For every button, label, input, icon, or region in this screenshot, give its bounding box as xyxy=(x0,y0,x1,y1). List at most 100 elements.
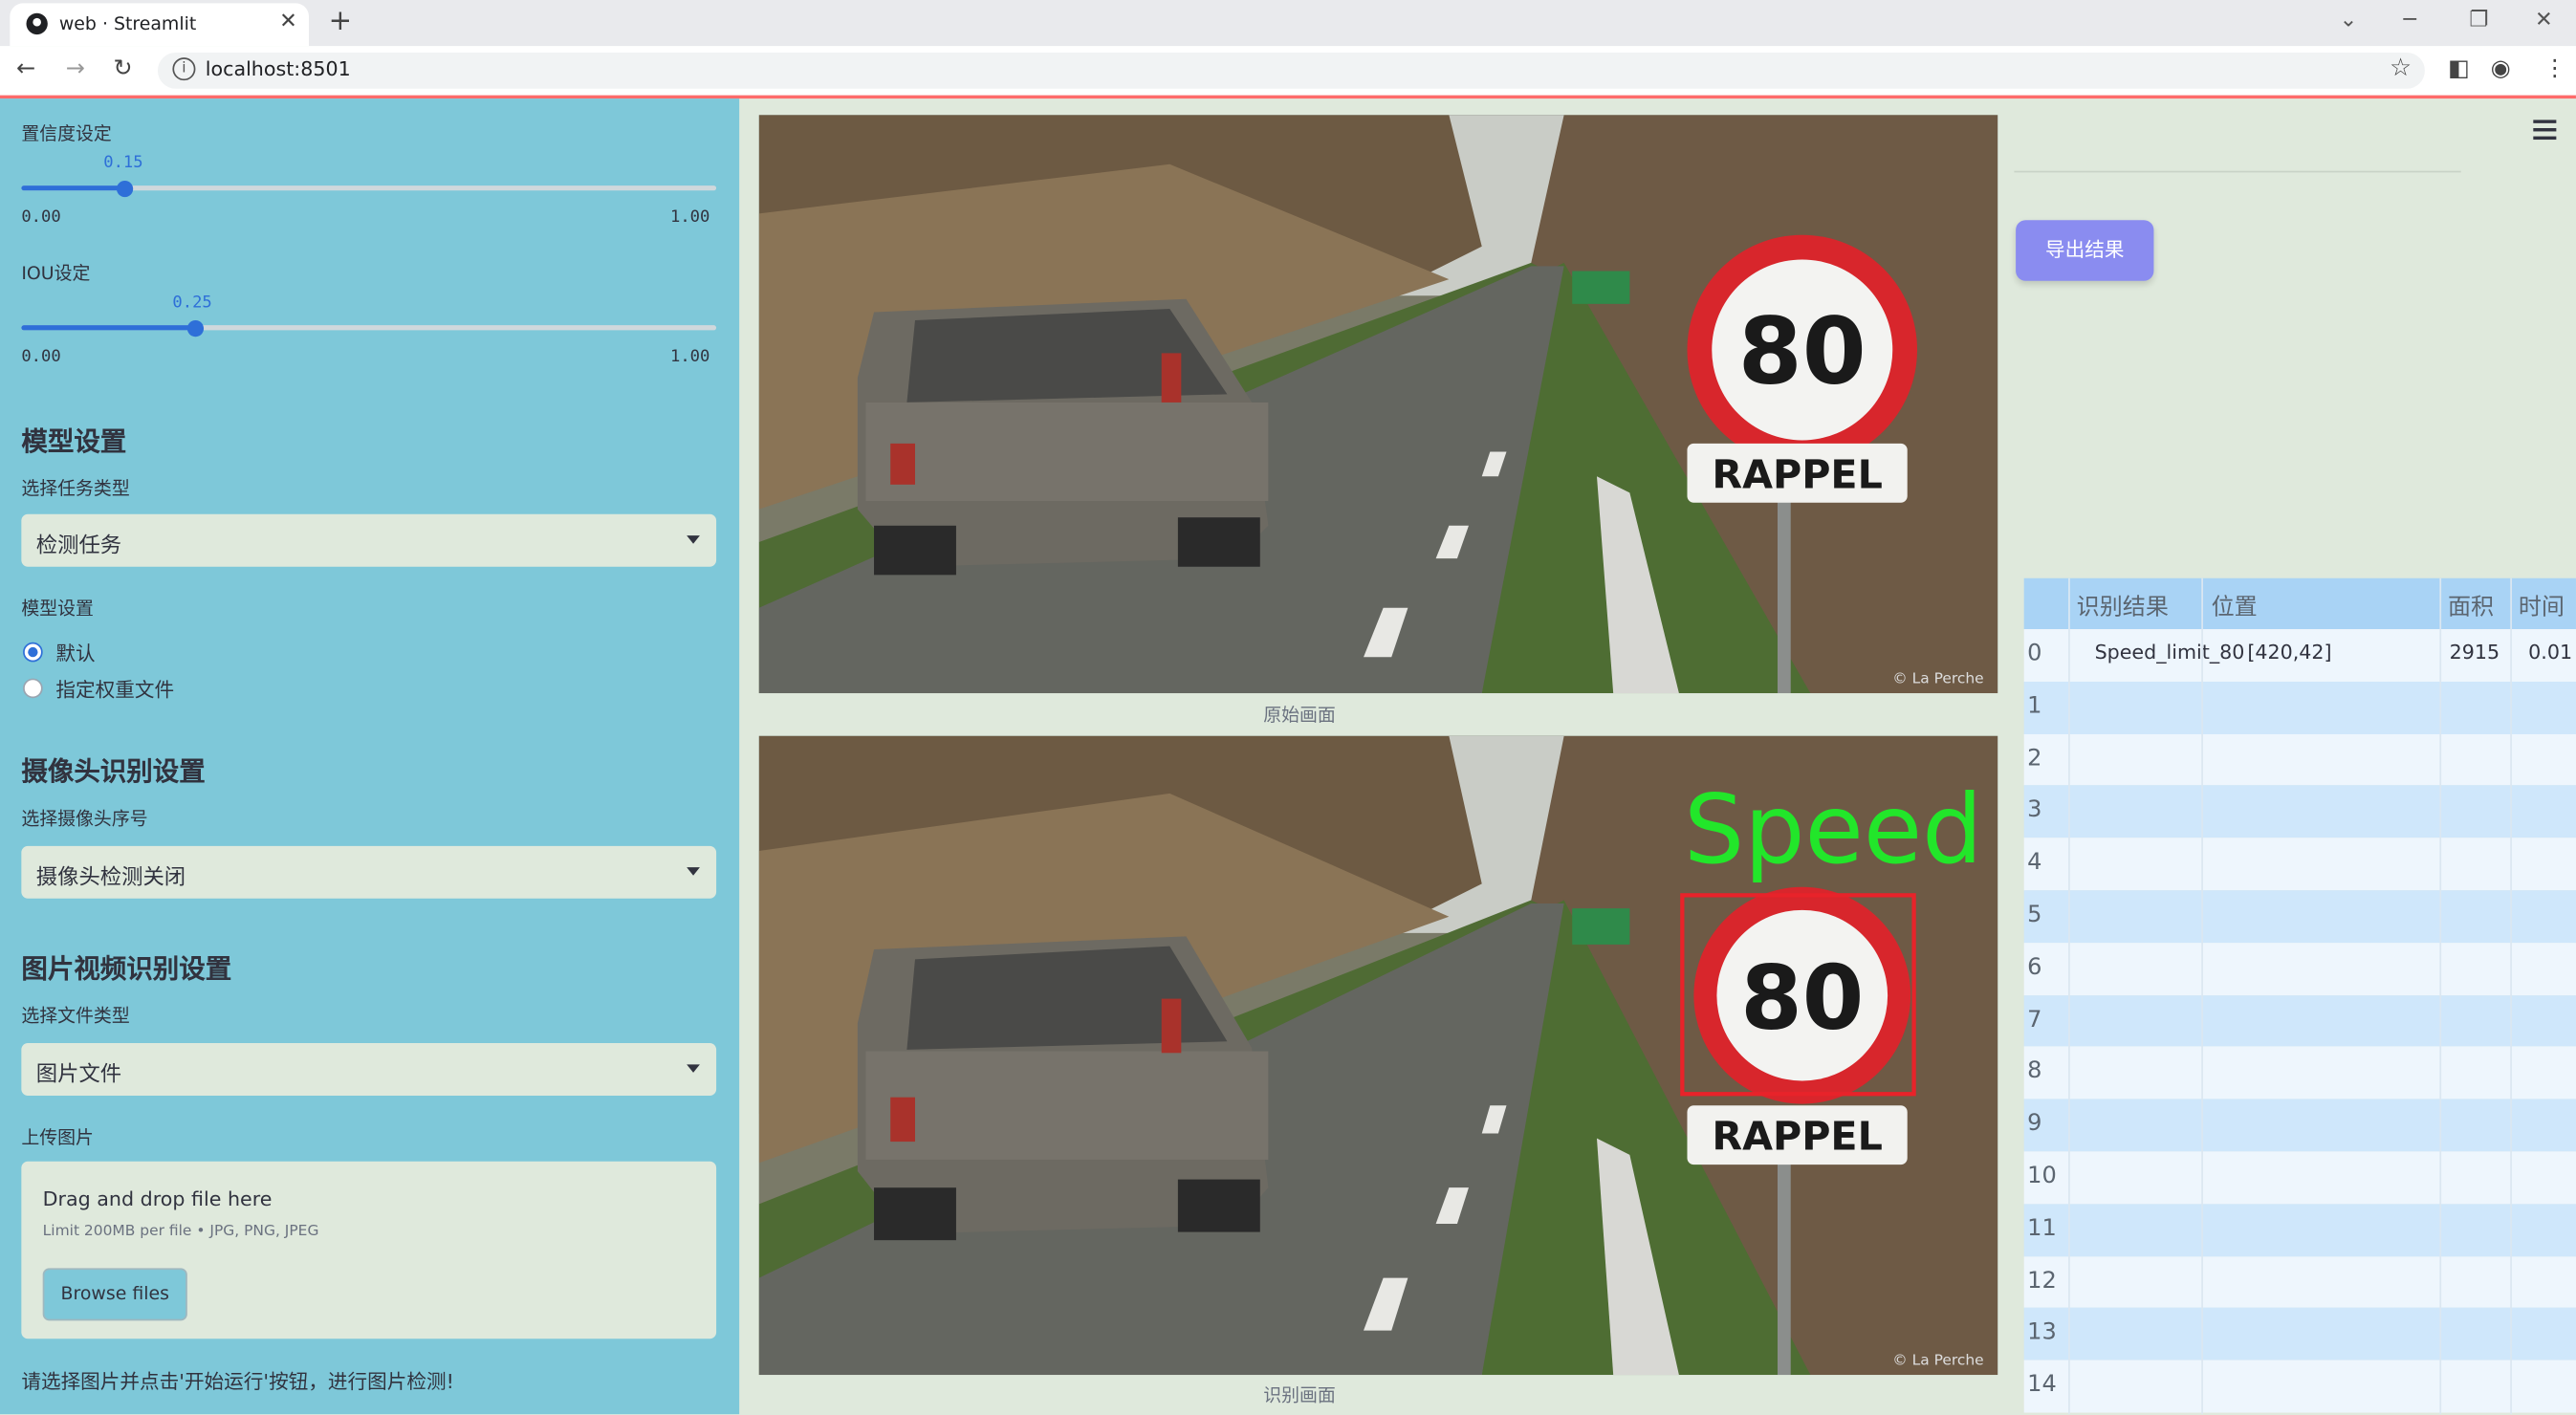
detected-caption: 识别画面 xyxy=(1263,1384,1336,1406)
table-row[interactable]: 4 xyxy=(2023,838,2576,891)
cell-area: 2915 xyxy=(2449,641,2500,664)
confidence-value: 0.15 xyxy=(103,154,143,173)
col-time: 时间 xyxy=(2518,594,2565,621)
col-area: 面积 xyxy=(2447,594,2495,621)
upload-limit-text: Limit 200MB per file • JPG, PNG, JPEG xyxy=(42,1223,319,1241)
chevron-down-icon xyxy=(687,867,700,876)
table-row[interactable]: 10 xyxy=(2023,1151,2576,1205)
bookmark-star-icon[interactable]: ☆ xyxy=(2390,53,2412,82)
confidence-max: 1.00 xyxy=(669,208,710,228)
profile-avatar-icon[interactable]: ◉ xyxy=(2491,55,2511,81)
minimize-icon[interactable]: ─ xyxy=(2404,9,2416,33)
camera-index-label: 选择摄像头序号 xyxy=(21,808,148,830)
task-type-value: 检测任务 xyxy=(35,533,122,559)
column-divider xyxy=(2068,577,2070,1415)
camera-index-select[interactable]: 摄像头检测关闭 xyxy=(21,845,717,899)
table-row[interactable]: 6 xyxy=(2023,942,2576,995)
road-scene-detected: 80 RAPPEL Speed © La Perche xyxy=(758,735,1998,1376)
new-tab-icon[interactable]: + xyxy=(329,5,352,37)
table-row[interactable]: 14 xyxy=(2023,1360,2576,1413)
file-dropzone[interactable]: Drag and drop file here Limit 200MB per … xyxy=(21,1161,717,1339)
column-divider xyxy=(2510,577,2512,1415)
chevron-down-icon xyxy=(687,535,700,544)
row-index: 9 xyxy=(2027,1110,2042,1138)
browser-tab-bar: web · Streamlit ✕ + ⌄ ─ ❐ ✕ xyxy=(0,0,2576,47)
confidence-slider-fill xyxy=(21,185,126,191)
detection-label: Speed xyxy=(1684,775,1982,885)
table-header: 识别结果 位置 面积 时间 xyxy=(2023,577,2576,630)
back-icon[interactable]: ← xyxy=(16,55,35,81)
row-index: 11 xyxy=(2027,1215,2057,1242)
confidence-label: 置信度设定 xyxy=(21,122,112,145)
row-index: 10 xyxy=(2027,1163,2057,1189)
iou-slider-thumb[interactable] xyxy=(186,319,204,337)
hamburger-menu-icon[interactable] xyxy=(2533,120,2557,144)
camera-settings-heading: 摄像头识别设置 xyxy=(21,755,206,787)
column-divider xyxy=(2201,577,2203,1415)
file-type-label: 选择文件类型 xyxy=(21,1005,130,1027)
table-row[interactable]: 11 xyxy=(2023,1204,2576,1256)
speed-sign-number: 80 xyxy=(1738,297,1867,404)
col-position: 位置 xyxy=(2211,594,2258,621)
table-row[interactable]: 3 xyxy=(2023,785,2576,838)
original-caption: 原始画面 xyxy=(1263,705,1336,727)
table-row[interactable]: 0 Speed_limit_80 [420,42] 2915 0.01 xyxy=(2023,629,2576,682)
export-results-button[interactable]: 导出结果 xyxy=(2016,220,2154,281)
site-info-icon[interactable]: i xyxy=(172,57,196,81)
watermark-text: © La Perche xyxy=(1892,670,1983,687)
iou-label: IOU设定 xyxy=(21,262,91,285)
file-type-value: 图片文件 xyxy=(35,1062,122,1088)
browser-menu-icon[interactable]: ⋮ xyxy=(2543,55,2566,81)
streamlit-favicon-icon xyxy=(26,12,48,35)
row-index: 0 xyxy=(2027,641,2042,667)
close-tab-icon[interactable]: ✕ xyxy=(279,10,297,34)
iou-max: 1.00 xyxy=(669,348,710,367)
tab-search-icon[interactable]: ⌄ xyxy=(2340,9,2358,33)
row-index: 13 xyxy=(2027,1319,2057,1346)
speed-sign-number: 80 xyxy=(1740,947,1864,1050)
radio-default-label: 默认 xyxy=(55,642,96,665)
original-image: 80 RAPPEL © La Perche xyxy=(758,115,1998,694)
reload-icon[interactable]: ↻ xyxy=(114,55,133,81)
model-settings-heading: 模型设置 xyxy=(21,424,127,457)
browser-tab[interactable]: web · Streamlit ✕ xyxy=(10,3,310,47)
table-row[interactable]: 1 xyxy=(2023,681,2576,734)
table-row[interactable]: 13 xyxy=(2023,1308,2576,1361)
url-field[interactable]: i localhost:8501 ☆ xyxy=(157,52,2425,89)
rappel-sign-text: RAPPEL xyxy=(1712,451,1882,497)
forward-icon[interactable]: → xyxy=(66,55,85,81)
iou-value: 0.25 xyxy=(172,294,212,313)
browse-files-button[interactable]: Browse files xyxy=(42,1268,187,1321)
radio-custom-weights[interactable] xyxy=(23,678,43,699)
address-bar: ← → ↻ i localhost:8501 ☆ ◧ ◉ ⋮ xyxy=(0,46,2576,98)
close-window-icon[interactable]: ✕ xyxy=(2535,9,2553,33)
column-divider xyxy=(2439,577,2442,1415)
drag-drop-text: Drag and drop file here xyxy=(42,1187,273,1211)
side-panel-icon[interactable]: ◧ xyxy=(2448,55,2470,81)
table-row[interactable]: 2 xyxy=(2023,733,2576,786)
camera-index-value: 摄像头检测关闭 xyxy=(35,865,186,891)
table-row[interactable]: 7 xyxy=(2023,994,2576,1048)
rappel-sign-text: RAPPEL xyxy=(1712,1114,1882,1160)
detected-image: 80 RAPPEL Speed © La Perche xyxy=(758,735,1998,1376)
table-row[interactable]: 5 xyxy=(2023,890,2576,943)
file-type-select[interactable]: 图片文件 xyxy=(21,1042,717,1096)
row-index: 3 xyxy=(2027,796,2042,824)
table-row[interactable]: 8 xyxy=(2023,1047,2576,1099)
restore-icon[interactable]: ❐ xyxy=(2469,9,2488,33)
table-row[interactable]: 9 xyxy=(2023,1099,2576,1152)
row-index: 14 xyxy=(2027,1371,2057,1399)
cell-position: [420,42] xyxy=(2247,641,2332,664)
road-scene-original: 80 RAPPEL © La Perche xyxy=(758,115,1998,694)
row-index: 2 xyxy=(2027,745,2042,772)
watermark-text: © La Perche xyxy=(1892,1352,1983,1369)
row-index: 12 xyxy=(2027,1267,2057,1295)
media-settings-heading: 图片视频识别设置 xyxy=(21,952,232,985)
table-row[interactable]: 12 xyxy=(2023,1255,2576,1309)
task-type-label: 选择任务类型 xyxy=(21,477,130,500)
radio-default[interactable] xyxy=(23,642,43,663)
row-index: 1 xyxy=(2027,692,2042,720)
task-type-select[interactable]: 检测任务 xyxy=(21,513,717,567)
divider xyxy=(2014,170,2461,173)
confidence-min: 0.00 xyxy=(21,208,61,228)
